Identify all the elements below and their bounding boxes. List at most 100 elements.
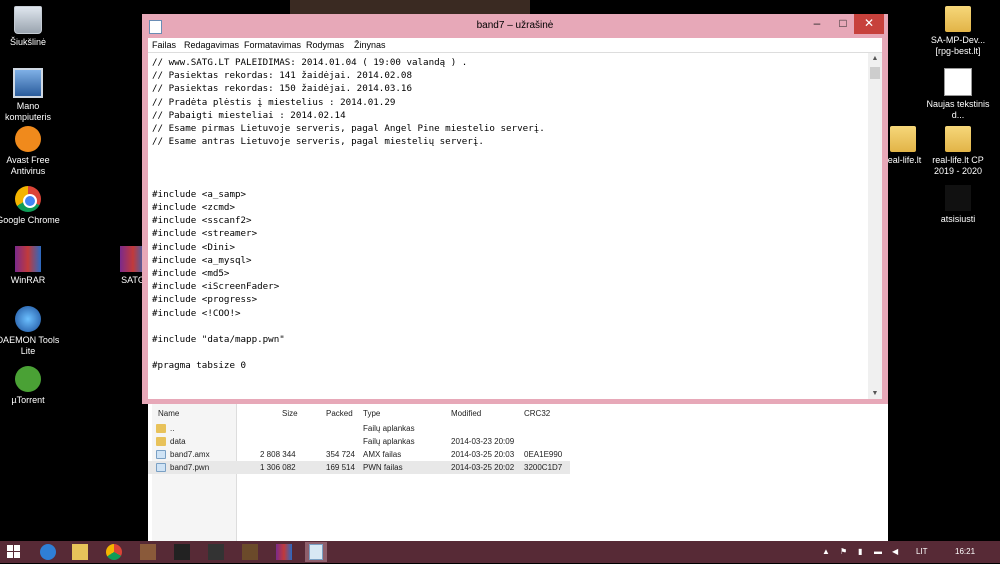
file-modified: 2014-03-23 20:09	[451, 437, 515, 446]
file-name: band7.amx	[170, 450, 210, 459]
file-type: AMX failas	[363, 450, 402, 459]
code-line: // Esame antras Lietuvoje serveris, paga…	[152, 136, 484, 148]
file-manager-panel: Name Size Packed Type Modified CRC32 .. …	[148, 402, 888, 541]
scroll-down-icon[interactable]: ▼	[868, 390, 882, 397]
file-crc: 3200C1D7	[524, 463, 563, 472]
desktop-icon-label: Naujas tekstinis d...	[926, 99, 990, 120]
action-center-icon[interactable]: ⚑	[840, 547, 847, 556]
menu-file[interactable]: Failas	[152, 40, 176, 50]
windows-logo-icon	[7, 545, 20, 558]
file-type: Failų aplankas	[363, 424, 415, 433]
menu-edit[interactable]: Redagavimas	[184, 40, 239, 50]
desktop-icon-text-document[interactable]: Naujas tekstinis d...	[923, 68, 993, 121]
show-hidden-icons-icon[interactable]: ▲	[822, 547, 830, 556]
desktop-icon-real-life-cp[interactable]: real-life.lt CP 2019 - 2020	[923, 126, 993, 177]
menu-format[interactable]: Formatavimas	[244, 40, 301, 50]
text-editor[interactable]: // www.SATG.LT PALEIDIMAS: 2014.01.04 ( …	[148, 52, 882, 399]
scroll-thumb[interactable]	[870, 67, 880, 79]
desktop-icon-utorrent[interactable]: µTorrent	[0, 366, 63, 406]
file-row-selected[interactable]: band7.pwn 1 306 082 169 514 PWN failas 2…	[148, 461, 570, 474]
menu-bar: Failas Redagavimas Formatavimas Rodymas …	[148, 38, 882, 52]
desktop-icon-chrome[interactable]: Google Chrome	[0, 186, 63, 226]
column-size[interactable]: Size	[282, 409, 298, 418]
file-explorer-icon[interactable]	[72, 544, 88, 560]
file-type: Failų aplankas	[363, 437, 415, 446]
chrome-taskbar-icon[interactable]	[106, 544, 122, 560]
menu-view[interactable]: Rodymas	[306, 40, 344, 50]
code-line: #include "data/mapp.pwn"	[152, 333, 285, 345]
code-line: #include <Dini>	[152, 241, 235, 253]
desktop-icon-recycle-bin[interactable]: Šiukšlinė	[0, 6, 63, 48]
menu-help[interactable]: Žinynas	[354, 40, 386, 50]
column-type[interactable]: Type	[363, 409, 380, 418]
internet-explorer-icon[interactable]	[40, 544, 56, 560]
counter-strike-icon[interactable]	[208, 544, 224, 560]
code-line: // Pradėta plėstis į miestelius : 2014.0…	[152, 96, 396, 108]
desktop-icon-samp-dev[interactable]: SA-MP-Dev... [rpg-best.lt]	[923, 6, 993, 57]
desktop-icon-avast[interactable]: Avast Free Antivirus	[0, 126, 63, 177]
app-taskbar-icon[interactable]	[242, 544, 258, 560]
folder-icon	[890, 126, 916, 152]
windows-start-button[interactable]	[7, 545, 21, 559]
desktop-icon-daemon-tools[interactable]: DAEMON Tools Lite	[0, 306, 63, 357]
file-packed: 169 514	[326, 463, 355, 472]
maximize-button[interactable]: □	[830, 14, 856, 34]
desktop-icon-label: Mano kompiuteris	[4, 101, 51, 122]
volume-icon[interactable]: ◀	[892, 547, 898, 556]
column-modified[interactable]: Modified	[451, 409, 481, 418]
code-line: // www.SATG.LT PALEIDIMAS: 2014.01.04 ( …	[152, 57, 468, 68]
file-type: PWN failas	[363, 463, 403, 472]
column-crc32[interactable]: CRC32	[524, 409, 550, 418]
column-packed[interactable]: Packed	[326, 409, 353, 418]
code-line: // Esame pirmas Lietuvoje serveris, paga…	[152, 122, 545, 134]
desktop-icon-label: WinRAR	[10, 275, 46, 285]
editor-text[interactable]: // www.SATG.LT PALEIDIMAS: 2014.01.04 ( …	[152, 56, 864, 396]
desktop-icon-atsisiusti[interactable]: atsisiusti	[923, 185, 993, 225]
file-size: 2 808 344	[260, 450, 296, 459]
clock[interactable]: 16:21	[955, 547, 975, 556]
desktop-icon-label: µTorrent	[11, 395, 45, 405]
file-name: band7.pwn	[170, 463, 210, 472]
file-row[interactable]: band7.amx 2 808 344 354 724 AMX failas 2…	[148, 448, 570, 461]
file-row[interactable]: .. Failų aplankas	[148, 422, 570, 435]
computer-icon	[13, 68, 43, 98]
window-title: band7 – užrašinė	[476, 20, 554, 31]
notepad-taskbar-item[interactable]	[305, 542, 327, 562]
code-line: #include <iScreenFader>	[152, 281, 280, 293]
notepad-icon	[309, 544, 323, 560]
desktop-icon-label: SA-MP-Dev... [rpg-best.lt]	[930, 35, 986, 56]
language-indicator[interactable]: LIT	[916, 547, 928, 556]
desktop-icon-label: Šiukšlinė	[9, 37, 47, 47]
file-row[interactable]: data Failų aplankas 2014-03-23 20:09	[148, 435, 570, 448]
app-taskbar-icon[interactable]	[140, 544, 156, 560]
minimize-button[interactable]: –	[804, 14, 830, 34]
app-taskbar-icon[interactable]	[174, 544, 190, 560]
daemon-tools-icon	[15, 306, 41, 332]
scroll-up-icon[interactable]: ▲	[868, 55, 882, 62]
vertical-scrollbar[interactable]: ▲ ▼	[868, 53, 882, 399]
desktop-icon-label: DAEMON Tools Lite	[0, 335, 60, 356]
file-packed: 354 724	[326, 450, 355, 459]
desktop-icon-label: real-life.lt CP 2019 - 2020	[932, 155, 984, 176]
desktop-icon-winrar[interactable]: WinRAR	[0, 246, 63, 286]
file-size: 1 306 082	[260, 463, 296, 472]
folder-icon	[156, 437, 166, 446]
folder-icon	[945, 6, 971, 32]
close-button[interactable]: ✕	[854, 14, 884, 34]
column-name[interactable]: Name	[158, 409, 179, 418]
winrar-taskbar-icon[interactable]	[276, 544, 292, 560]
code-line: #include <a_mysql>	[152, 254, 252, 266]
window-titlebar[interactable]: band7 – užrašinė – □ ✕	[142, 14, 888, 38]
code-line: #include <md5>	[152, 268, 230, 279]
winrar-icon	[15, 246, 41, 272]
desktop-icon-label: Avast Free Antivirus	[6, 155, 50, 176]
code-line: #include <zcmd>	[152, 202, 235, 214]
desktop-icon-computer[interactable]: Mano kompiuteris	[0, 68, 63, 123]
network-icon[interactable]: ▮	[858, 547, 862, 556]
folder-icon	[945, 126, 971, 152]
text-document-icon	[944, 68, 972, 96]
power-icon[interactable]: ▬	[874, 547, 882, 556]
